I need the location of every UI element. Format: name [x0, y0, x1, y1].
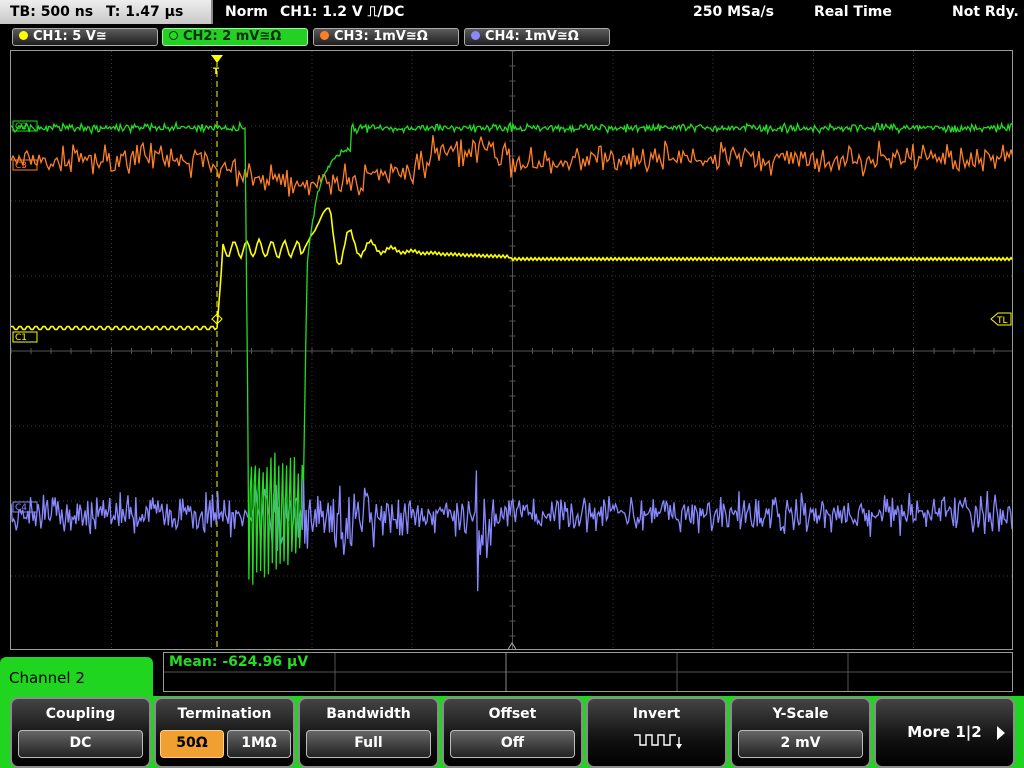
channel-tabs: CH1: 5 V≅ CH2: 2 mV≅Ω CH3: 1mV≅Ω CH4: 1m…: [0, 26, 1024, 48]
chevron-right-icon: [997, 726, 1005, 740]
graticule: [11, 51, 1012, 649]
invert-waveform-icon: [634, 734, 682, 749]
menu-title: Channel 2: [0, 657, 153, 697]
timebase-label: TB: 500 ns: [10, 4, 94, 20]
ch2-color-dot: [169, 31, 178, 40]
trigger-time-label: T: 1.47 µs: [105, 4, 184, 20]
ch4-marker-label: C4: [15, 503, 27, 513]
ch1-marker-label: C1: [15, 333, 27, 343]
acquisition-status: Not Rdy.: [952, 4, 1019, 20]
ch2-offset-marker[interactable]: C2: [12, 120, 38, 132]
tab-ch2[interactable]: CH2: 2 mV≅Ω: [162, 28, 308, 46]
ch1-offset-marker[interactable]: C1: [12, 331, 38, 343]
trigger-mode[interactable]: Norm: [225, 0, 268, 24]
offset-title: Offset: [488, 706, 537, 722]
offset-softkey[interactable]: Offset Off: [442, 697, 583, 768]
coupling-softkey[interactable]: Coupling DC: [10, 697, 151, 768]
invert-softkey[interactable]: Invert: [586, 697, 727, 768]
sample-rate: 250 MSa/s: [693, 4, 775, 20]
ch2-marker-label: C2: [15, 122, 27, 132]
waveform-canvas[interactable]: T C2 C3 C1 C4 TL: [11, 51, 1013, 650]
ch4-offset-marker[interactable]: C4: [12, 501, 38, 513]
yscale-button[interactable]: 2 mV: [738, 730, 863, 758]
acquisition-mode: Real Time: [814, 4, 892, 20]
termination-softkey[interactable]: Termination 50Ω 1MΩ: [154, 697, 295, 768]
more-softkey[interactable]: More 1|2: [874, 697, 1015, 768]
tab-ch2-label: CH2: 2 mV≅Ω: [183, 29, 282, 44]
yscale-softkey[interactable]: Y-Scale 2 mV: [730, 697, 871, 768]
ch4-color-dot: [471, 31, 480, 40]
ch3-marker-label: C3: [15, 161, 27, 171]
tab-ch3[interactable]: CH3: 1mV≅Ω: [313, 28, 459, 46]
bandwidth-softkey[interactable]: Bandwidth Full: [298, 697, 439, 768]
timebase-box[interactable]: TB: 500 ns T: 1.47 µs: [0, 0, 213, 24]
ch1-color-dot: [19, 31, 28, 40]
trigger-marker-label: T: [213, 67, 220, 77]
termination-title: Termination: [177, 706, 272, 722]
tab-ch4-label: CH4: 1mV≅Ω: [485, 29, 579, 44]
waveform-display[interactable]: T C2 C3 C1 C4 TL: [10, 50, 1013, 650]
coupling-button[interactable]: DC: [18, 730, 143, 758]
trigger-level-marker[interactable]: TL: [990, 312, 1012, 326]
ch3-color-dot: [320, 31, 329, 40]
measurement-panel[interactable]: Mean: -624.96 µV: [163, 652, 1013, 692]
trigger-info[interactable]: CH1: 1.2 V ⎍/DC: [280, 0, 404, 24]
tab-ch3-label: CH3: 1mV≅Ω: [334, 29, 428, 44]
tab-ch4[interactable]: CH4: 1mV≅Ω: [464, 28, 610, 46]
tab-ch1-label: CH1: 5 V≅: [33, 29, 107, 44]
bandwidth-title: Bandwidth: [326, 706, 411, 722]
ch3-offset-marker[interactable]: C3: [12, 159, 38, 171]
measurement-grid: [164, 653, 1012, 691]
invert-title: Invert: [632, 706, 681, 722]
yscale-title: Y-Scale: [772, 706, 829, 722]
offset-button[interactable]: Off: [450, 730, 575, 758]
coupling-title: Coupling: [45, 706, 116, 722]
tab-ch1[interactable]: CH1: 5 V≅: [12, 28, 158, 46]
status-bar: TB: 500 ns T: 1.47 µs Norm CH1: 1.2 V ⎍/…: [0, 0, 1024, 24]
termination-1mohm-button[interactable]: 1MΩ: [227, 730, 291, 758]
bandwidth-button[interactable]: Full: [306, 730, 431, 758]
termination-50ohm-button[interactable]: 50Ω: [160, 730, 224, 758]
more-label: More 1|2: [907, 723, 982, 741]
trigger-level-label: TL: [996, 316, 1008, 326]
